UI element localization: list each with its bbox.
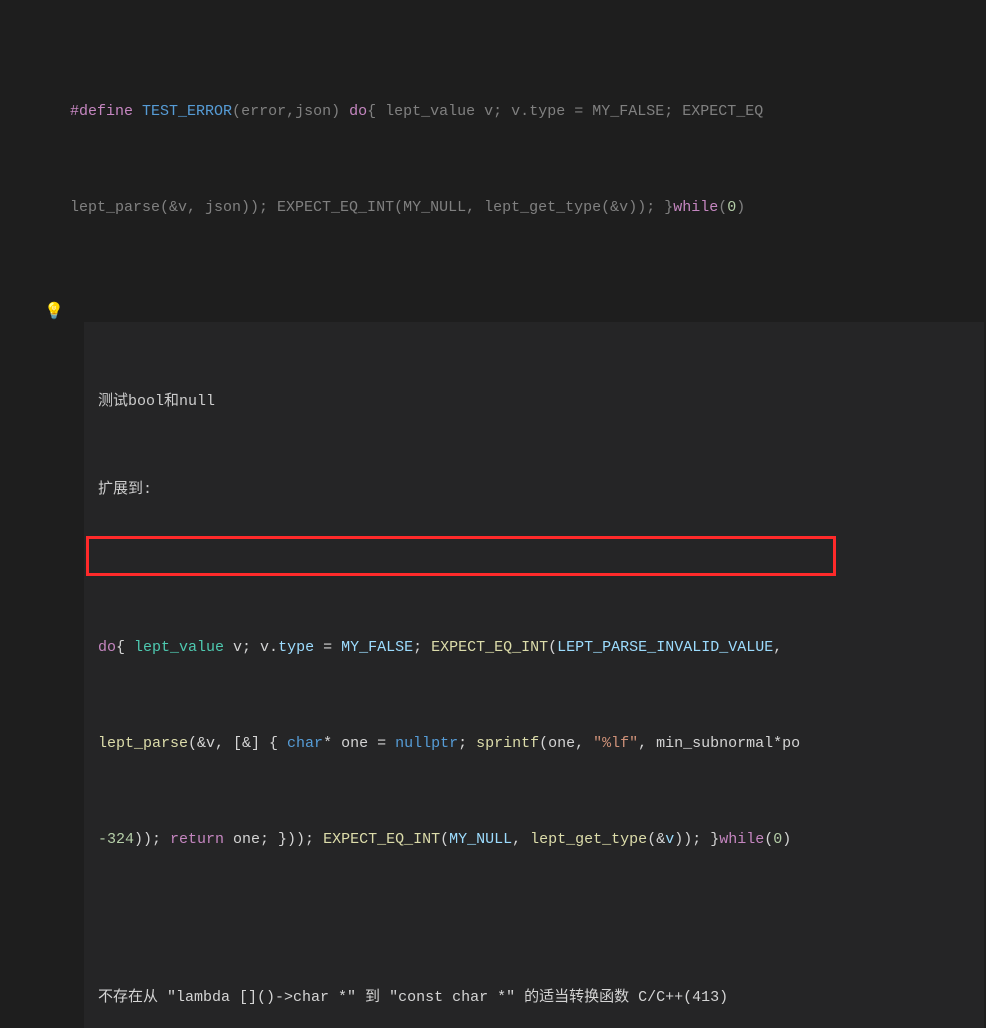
token: ; [664,103,682,120]
token: lept_parse [70,199,160,216]
token: TEST_ERROR [133,103,232,120]
error-message: 不存在从 "lambda []()->char *" 到 "const char… [98,986,970,1010]
tooltip-comment: 测试bool和null [98,390,970,414]
hover-tooltip: 测试bool和null 扩展到: do{ lept_value v; v.typ… [84,322,984,1028]
expansion-line: do{ lept_value v; v.type = MY_FALSE; EXP… [98,636,970,660]
token: MY_FALSE [592,103,664,120]
token: , [286,103,295,120]
code-editor[interactable]: #define TEST_ERROR(error,json) do{ lept_… [0,0,986,1028]
token: ( [394,199,403,216]
token: #define [70,103,133,120]
token: )); } [628,199,673,216]
token: = [565,103,592,120]
token: , [466,199,484,216]
token: EXPECT_EQ [682,103,763,120]
token: ) [331,103,349,120]
token: v; v. [475,103,529,120]
tooltip-expands-to: 扩展到: [98,478,970,502]
token: EXPECT_EQ_INT [277,199,394,216]
token: while [673,199,718,216]
token: json [295,103,331,120]
expansion-line: -324)); return one; })); EXPECT_EQ_INT(M… [98,828,970,852]
token: lept_get_type [484,199,601,216]
token: lept_value [385,103,475,120]
token: MY_NULL [403,199,466,216]
token: ( [232,103,241,120]
code-line[interactable]: #define TEST_ERROR(error,json) do{ lept_… [18,100,986,124]
lightbulb-icon[interactable]: 💡 [44,300,64,324]
token: do [349,103,367,120]
token: { [367,103,385,120]
token: 0 [727,199,736,216]
token: type [529,103,565,120]
token: ( [718,199,727,216]
token: (& [601,199,619,216]
token: v [619,199,628,216]
token: ) [736,199,745,216]
token: (&v, json)); [160,199,277,216]
token: error [241,103,286,120]
code-line[interactable]: lept_parse(&v, json)); EXPECT_EQ_INT(MY_… [18,196,986,220]
expansion-line: lept_parse(&v, [&] { char* one = nullptr… [98,732,970,756]
